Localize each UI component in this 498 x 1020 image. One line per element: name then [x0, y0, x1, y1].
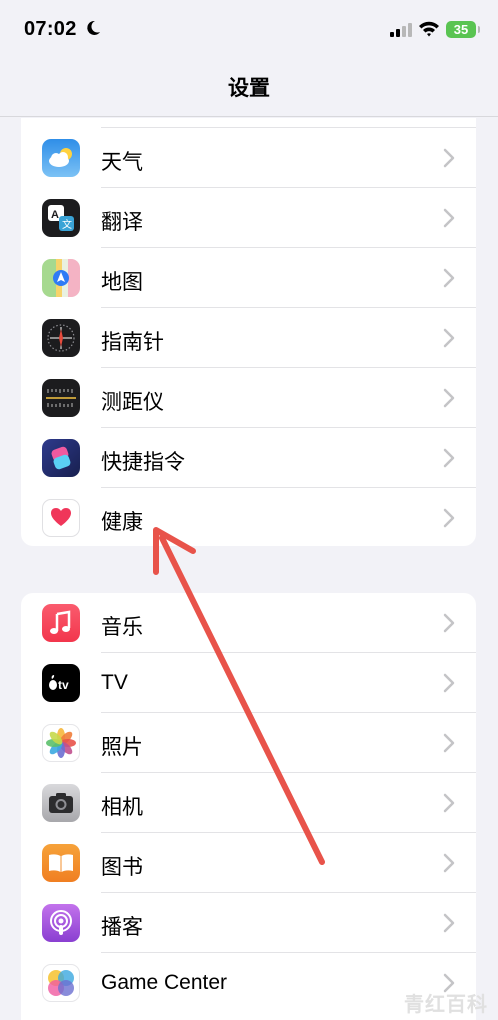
- annotation-arrow: [153, 527, 325, 865]
- watermark: 青红百科: [404, 994, 488, 1016]
